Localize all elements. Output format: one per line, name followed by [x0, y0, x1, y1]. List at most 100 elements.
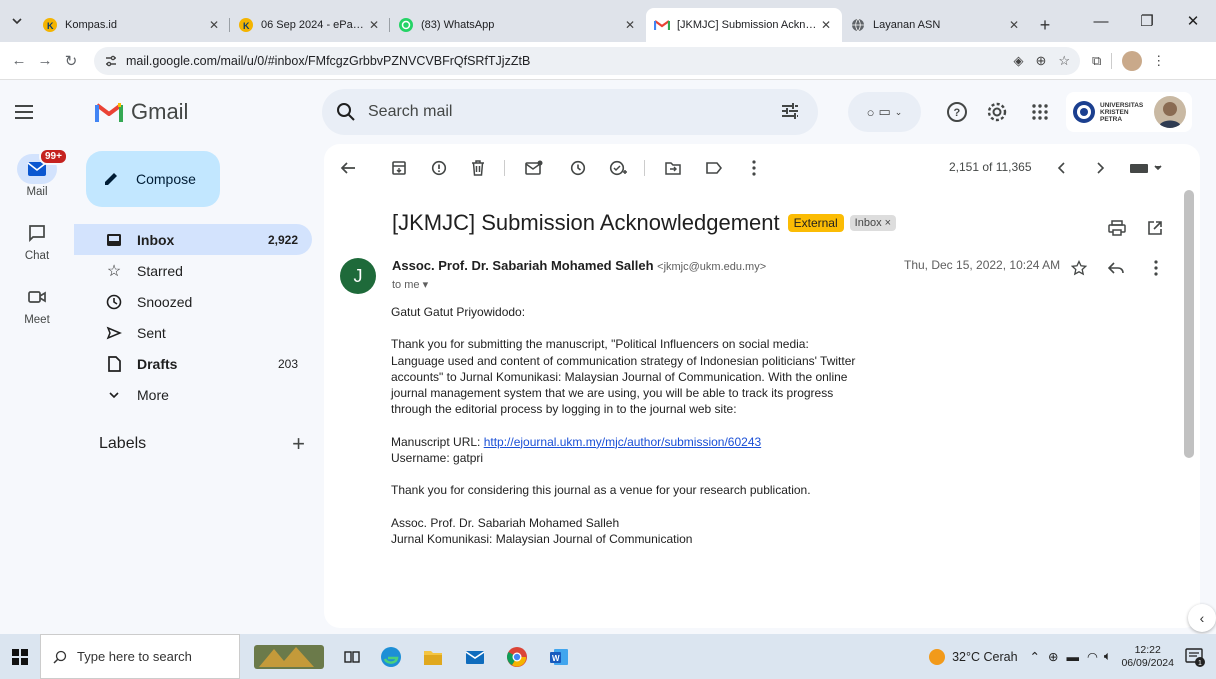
input-tools-icon[interactable]	[1126, 158, 1166, 178]
main-menu-icon[interactable]	[12, 100, 36, 124]
manuscript-link[interactable]: http://ejournal.ukm.my/mjc/author/submis…	[484, 435, 761, 449]
close-icon[interactable]: ✕	[1006, 18, 1022, 32]
back-button[interactable]: ←	[6, 46, 32, 76]
taskbar-search[interactable]: Type here to search	[40, 634, 240, 679]
eye-icon[interactable]: ◈	[1013, 53, 1023, 69]
rail-label: Mail	[26, 186, 48, 198]
delete-icon[interactable]	[468, 158, 488, 178]
nav-item-snoozed[interactable]: Snoozed	[74, 286, 312, 317]
account-switcher[interactable]: UNIVERSITAS KRISTEN PETRA	[1066, 92, 1192, 132]
inbox-label-chip[interactable]: Inbox ×	[849, 215, 897, 231]
close-icon[interactable]: ✕	[622, 18, 638, 32]
mark-unread-icon[interactable]	[524, 158, 544, 178]
profile-avatar[interactable]	[1122, 50, 1143, 71]
search-highlight-icon[interactable]	[254, 643, 324, 671]
reload-button[interactable]: ↻	[58, 46, 84, 76]
archive-icon[interactable]	[389, 158, 409, 178]
minimize-button[interactable]: —	[1078, 0, 1124, 42]
address-bar-row: ← → ↻ mail.google.com/mail/u/0/#inbox/FM…	[0, 42, 1216, 80]
move-to-icon[interactable]	[663, 158, 683, 178]
nav-item-drafts[interactable]: Drafts 203	[74, 348, 312, 379]
apps-grid-icon[interactable]	[1028, 100, 1052, 124]
label-icon[interactable]	[704, 158, 724, 178]
search-icon[interactable]	[336, 102, 356, 122]
nav-item-sent[interactable]: Sent	[74, 317, 312, 348]
message-more-icon[interactable]	[1146, 258, 1166, 278]
browser-menu-icon[interactable]: ⋮	[1152, 53, 1165, 69]
sender-name[interactable]: Assoc. Prof. Dr. Sabariah Mohamed Salleh	[392, 258, 654, 273]
close-icon[interactable]: ✕	[206, 18, 222, 32]
reply-icon[interactable]	[1106, 258, 1126, 278]
star-icon[interactable]	[1069, 258, 1089, 278]
browser-tab-active[interactable]: [JKMJC] Submission Acknowl... ✕	[646, 8, 842, 42]
close-icon[interactable]: ✕	[366, 18, 382, 32]
report-spam-icon[interactable]	[429, 158, 449, 178]
tab-search-button[interactable]	[0, 0, 34, 42]
scrollbar-thumb[interactable]	[1184, 190, 1194, 458]
older-chevron-icon[interactable]	[1090, 158, 1110, 178]
side-panel-toggle[interactable]: ‹	[1188, 604, 1216, 632]
volume-icon[interactable]: 🔈︎	[1104, 649, 1112, 664]
add-label-button[interactable]: +	[292, 431, 305, 457]
rail-item-meet[interactable]: Meet	[0, 272, 74, 336]
start-button[interactable]	[0, 648, 40, 665]
mail-app-icon[interactable]	[464, 646, 486, 668]
close-window-button[interactable]: ✕	[1170, 0, 1216, 42]
nav-item-more[interactable]: More	[74, 379, 312, 410]
taskbar-clock[interactable]: 12:22 06/09/2024	[1121, 644, 1174, 670]
nav-item-inbox[interactable]: Inbox 2,922	[74, 224, 312, 255]
wifi-icon[interactable]: ◠	[1087, 649, 1098, 664]
email-view: 2,151 of 11,365 [JKMJC] Submission Ackno…	[324, 144, 1200, 628]
browser-tab[interactable]: K Kompas.id ✕	[34, 8, 230, 42]
sender-avatar[interactable]: J	[340, 258, 376, 294]
nav-label: Starred	[137, 262, 183, 279]
user-avatar[interactable]	[1154, 96, 1186, 128]
chrome-icon[interactable]	[506, 646, 528, 668]
whatsapp-icon	[398, 17, 414, 33]
help-icon[interactable]: ?	[945, 100, 969, 124]
restore-button[interactable]: ❐	[1124, 0, 1170, 42]
print-icon[interactable]	[1107, 218, 1127, 238]
browser-tab[interactable]: K 06 Sep 2024 - ePaper Kompas ✕	[230, 8, 390, 42]
recipient-toggle[interactable]: to me ▾	[392, 278, 428, 291]
chevron-up-icon[interactable]: ⌃	[1030, 649, 1040, 664]
search-input[interactable]	[368, 103, 748, 121]
search-options-icon[interactable]	[780, 101, 800, 121]
open-new-window-icon[interactable]	[1145, 218, 1165, 238]
file-explorer-icon[interactable]	[422, 646, 444, 668]
forward-button[interactable]: →	[32, 46, 58, 76]
word-icon[interactable]: W	[548, 646, 570, 668]
site-info-icon[interactable]	[104, 54, 118, 68]
rail-item-mail[interactable]: 99+ Mail	[0, 144, 74, 208]
weather-text[interactable]: 32°C Cerah	[952, 650, 1017, 664]
edge-icon[interactable]	[380, 646, 402, 668]
new-tab-button[interactable]: +	[1030, 8, 1060, 42]
close-icon[interactable]: ✕	[818, 18, 834, 32]
browser-tab[interactable]: (83) WhatsApp ✕	[390, 8, 646, 42]
browser-tab-strip: K Kompas.id ✕ K 06 Sep 2024 - ePaper Kom…	[0, 0, 1216, 42]
add-task-icon[interactable]	[608, 158, 628, 178]
meet-now-icon[interactable]: ⊕	[1048, 649, 1058, 664]
gmail-logo[interactable]: Gmail	[95, 99, 188, 125]
task-view-icon[interactable]	[344, 649, 360, 665]
search-bar[interactable]	[322, 89, 818, 135]
email-date: Thu, Dec 15, 2022, 10:24 AM	[904, 258, 1061, 272]
battery-icon[interactable]: ▬	[1067, 650, 1080, 664]
settings-gear-icon[interactable]	[985, 100, 1009, 124]
bookmark-star-icon[interactable]: ☆	[1058, 53, 1070, 69]
extensions-icon[interactable]: ⧉	[1092, 53, 1101, 69]
system-tray: 32°C Cerah ⌃ ⊕ ▬ ◠ 🔈︎ 12:22 06/09/2024 1	[928, 634, 1216, 679]
window-controls: — ❐ ✕	[1078, 0, 1216, 42]
compose-button[interactable]: Compose	[86, 151, 220, 207]
rail-item-chat[interactable]: Chat	[0, 208, 74, 272]
snooze-icon[interactable]	[568, 158, 588, 178]
more-vert-icon[interactable]	[744, 158, 764, 178]
zoom-icon[interactable]: ⊕	[1035, 53, 1046, 69]
back-to-inbox-icon[interactable]	[338, 158, 358, 178]
notifications-icon[interactable]: 1	[1184, 646, 1206, 668]
nav-item-starred[interactable]: ☆ Starred	[74, 255, 312, 286]
status-selector[interactable]: ○ ▭ ⌄	[848, 92, 921, 132]
omnibox[interactable]: mail.google.com/mail/u/0/#inbox/FMfcgzGr…	[94, 46, 1080, 75]
browser-tab[interactable]: Layanan ASN ✕	[842, 8, 1030, 42]
newer-chevron-icon[interactable]	[1052, 158, 1072, 178]
